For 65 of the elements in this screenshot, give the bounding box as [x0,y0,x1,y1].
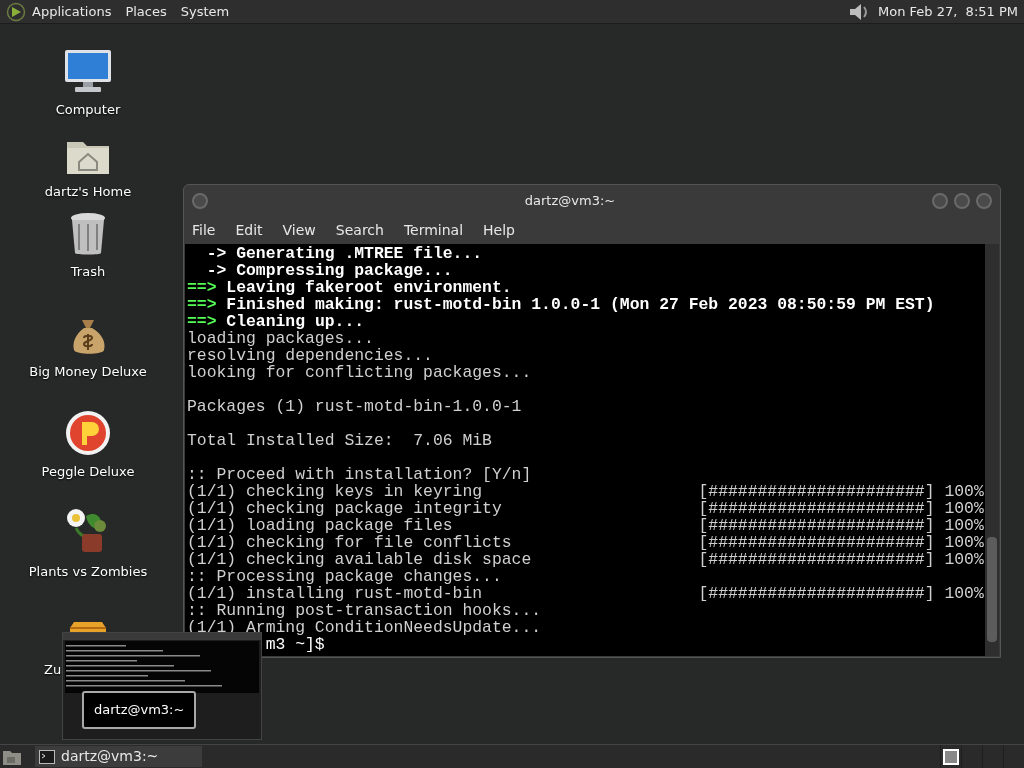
window-control-button[interactable] [976,192,992,209]
terminal-line: (1/1) checking package integrity [187,500,503,517]
menu-item[interactable]: File [192,219,216,241]
peggle-icon [65,410,111,456]
progress-bar-text: [######################] [698,585,935,602]
percent-text: 100% [944,534,984,551]
terminal-line: :: Running post-transaction hooks... [187,602,543,619]
panel-menu[interactable]: System [180,1,230,22]
terminal-line: loading packages... [187,330,375,347]
desktop-icon-label[interactable]: Zu [44,660,62,680]
menu-item[interactable]: Terminal [403,219,464,241]
progress-bar-text: [######################] [698,517,935,534]
taskbar-button[interactable]: dartz@vm3:~ [35,746,202,767]
terminal-icon [39,749,55,764]
terminal-line: ==> Finished making: rust-motd-bin 1.0.0-1 (Mon 27 Feb 2023 08:50:59 PM EST) [187,296,936,313]
menu-item[interactable]: Search [335,219,384,241]
terminal-line: (1/1) checking available disk space [187,551,533,568]
progress-bar-text: [######################] [698,483,935,500]
terminal-line: ==> Cleaning up... [187,313,366,330]
terminal-prompt: m3 ~]$ [265,636,325,653]
desktop-icon-label[interactable]: dartz's Home [44,182,132,202]
terminal-line: resolving dependencies... [187,347,434,364]
panel-menu[interactable]: Applications [32,1,112,22]
window-control-button[interactable] [954,192,970,209]
percent-text: 100% [944,500,984,517]
desktop-icon-label[interactable]: Peggle Deluxe [41,462,135,482]
window-title: dartz@vm3:~ [523,191,617,210]
progress-bar-text: [######################] [698,551,935,568]
terminal-line: ==> Leaving fakeroot environment. [187,279,513,296]
menu-item[interactable]: View [282,219,316,241]
window-preview-label: dartz@vm3:~ [82,691,197,729]
clock-text[interactable]: Mon Feb 27, 8:51 PM [878,1,1018,22]
desktop-icon-label[interactable]: Plants vs Zombies [28,562,148,582]
workspace-switcher-cell[interactable] [940,745,961,768]
terminal-line: Packages (1) rust-motd-bin-1.0.0-1 [187,398,523,415]
trash-icon [69,212,107,256]
desktop-icon-label[interactable]: Computer [55,100,121,120]
percent-text: 100% [944,551,984,568]
window-control-button[interactable] [932,192,948,209]
terminal-line: -> Generating .MTREE file... [205,245,484,262]
speaker-icon[interactable] [848,1,870,22]
desktop-icon-label[interactable]: Trash [70,262,106,282]
terminal-line: :: Proceed with installation? [Y/n] [187,466,533,483]
terminal-line: (1/1) loading package files [187,517,454,534]
desktop-icon-label[interactable]: Big Money Deluxe [29,362,147,382]
terminal-line: (1/1) installing rust-motd-bin [187,585,484,602]
panel-menu[interactable]: Places [125,1,167,22]
terminal-line: looking for conflicting packages... [187,364,533,381]
window-preview[interactable]: dartz@vm3:~ [62,632,262,740]
terminal-line: -> Compressing package... [205,262,454,279]
terminal-line: :: Processing package changes... [187,568,503,585]
menu-item[interactable]: Edit [235,219,263,241]
window-control-button[interactable] [192,192,208,209]
terminal-line: (1/1) checking keys in keyring [187,483,484,500]
percent-text: 100% [944,517,984,534]
progress-bar-text: [######################] [698,500,935,517]
percent-text: 100% [944,483,984,500]
percent-text: 100% [944,585,984,602]
menu-item[interactable]: Help [483,219,515,241]
scrollbar[interactable] [985,244,999,656]
progress-bar-text: [######################] [698,534,935,551]
terminal-line: (1/1) checking for file conflicts [187,534,513,551]
terminal-line: Total Installed Size: 7.06 MiB [187,432,493,449]
logo-icon[interactable] [6,1,26,22]
computer-icon [63,48,113,94]
